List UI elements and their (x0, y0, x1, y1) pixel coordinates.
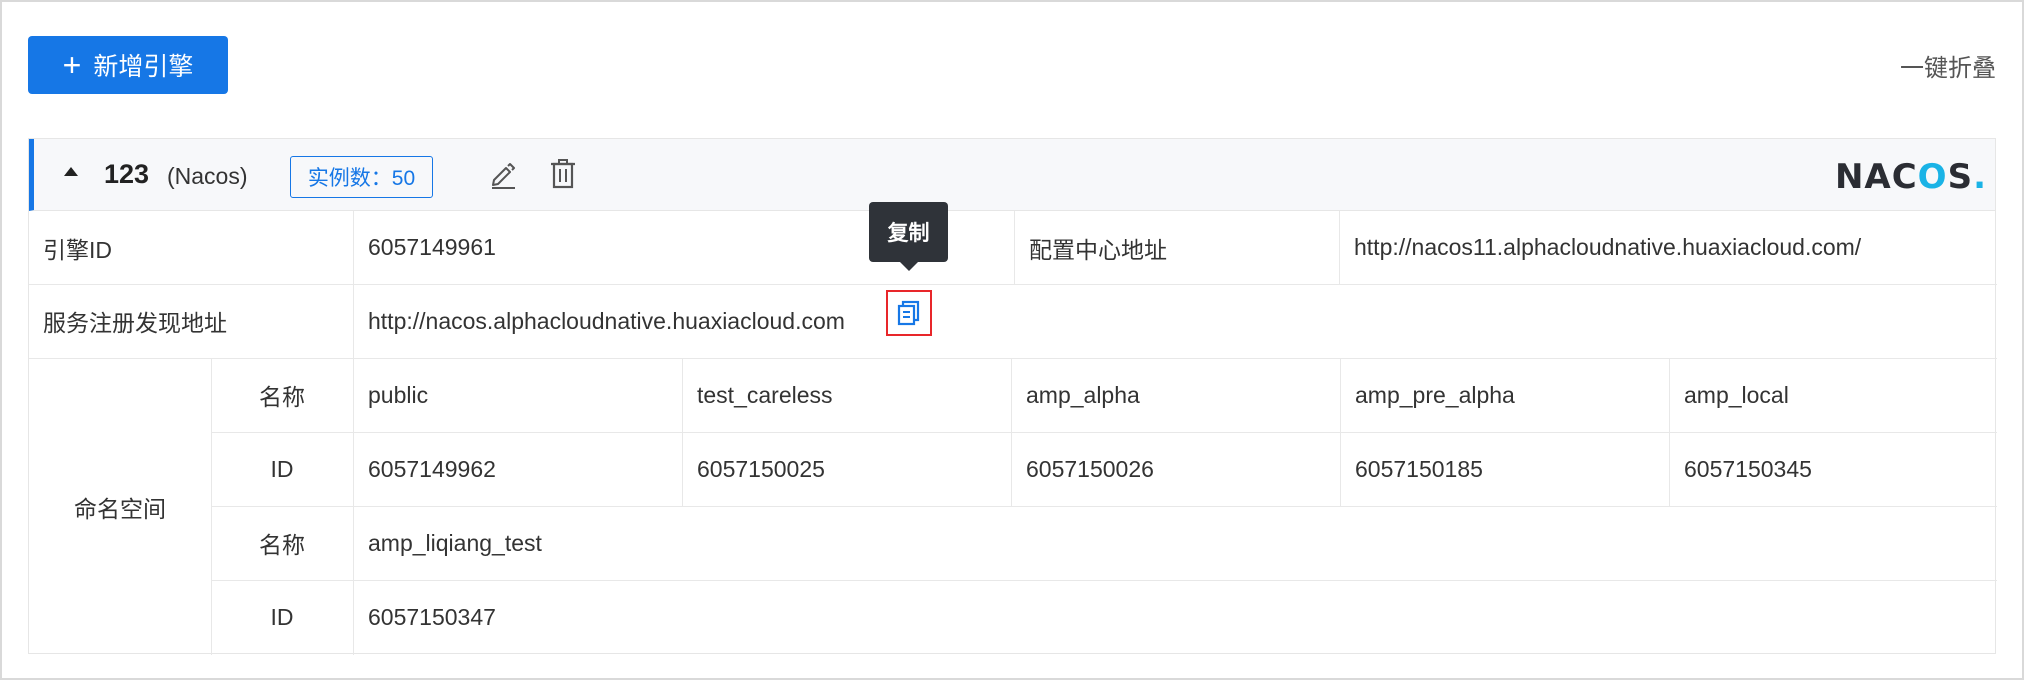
add-engine-label: 新增引擎 (93, 53, 194, 81)
copy-button[interactable] (886, 290, 932, 336)
engine-card-header[interactable]: 123 (Nacos) 实例数：50 NACOS. (29, 139, 1995, 211)
delete-icon[interactable] (548, 157, 578, 189)
instance-count-badge[interactable]: 实例数：50 (290, 156, 433, 198)
plus-icon: + (62, 47, 82, 83)
row-divider (29, 284, 1997, 285)
namespace-id-label: ID (270, 455, 294, 482)
col-divider (1339, 211, 1340, 284)
namespace-id: 6057150026 (1026, 455, 1154, 482)
namespace-id: 6057150185 (1355, 455, 1483, 482)
namespace-id: 6057150347 (368, 604, 496, 630)
engine-card: 123 (Nacos) 实例数：50 NACOS. 引擎ID 605714996… (28, 138, 1997, 655)
config-center-label: 配置中心地址 (1029, 236, 1167, 263)
copy-icon (897, 300, 920, 326)
namespace-name: amp_liqiang_test (368, 529, 542, 556)
registry-value: http://nacos.alphacloudnative.huaxiaclou… (368, 307, 845, 334)
col-divider (1011, 358, 1012, 506)
namespace-name-label: 名称 (259, 384, 305, 410)
collapse-all-link[interactable]: 一键折叠 (1900, 48, 1996, 83)
namespace-name: amp_pre_alpha (1355, 381, 1515, 408)
namespace-name: amp_alpha (1026, 381, 1140, 408)
namespace-name: test_careless (697, 381, 833, 408)
edit-icon[interactable] (488, 159, 518, 189)
namespace-name: public (368, 381, 429, 408)
engine-id-value: 6057149961 (368, 234, 496, 260)
namespace-id: 6057150345 (1684, 455, 1812, 482)
col-divider (1340, 358, 1341, 506)
namespace-id: 6057150025 (697, 455, 825, 482)
caret-up-icon[interactable] (64, 167, 78, 176)
engine-id-label: 引擎ID (43, 236, 112, 263)
namespace-id-label: ID (270, 604, 294, 630)
config-center-value: http://nacos11.alphacloudnative.huaxiacl… (1354, 234, 1862, 260)
col-divider (1014, 211, 1015, 284)
nacos-logo: NACOS. (1834, 157, 1987, 197)
namespace-name: amp_local (1684, 381, 1789, 408)
col-divider (353, 211, 354, 655)
namespace-id: 6057149962 (368, 455, 496, 482)
engine-type: (Nacos) (167, 163, 248, 189)
col-divider (1669, 358, 1670, 506)
registry-label: 服务注册发现地址 (43, 310, 227, 336)
add-engine-button[interactable]: + 新增引擎 (28, 36, 228, 94)
namespace-name-label: 名称 (259, 532, 305, 558)
copy-tooltip: 复制 (869, 202, 948, 271)
engine-name: 123 (104, 159, 150, 189)
namespace-label: 命名空间 (74, 495, 166, 522)
col-divider (682, 358, 683, 506)
